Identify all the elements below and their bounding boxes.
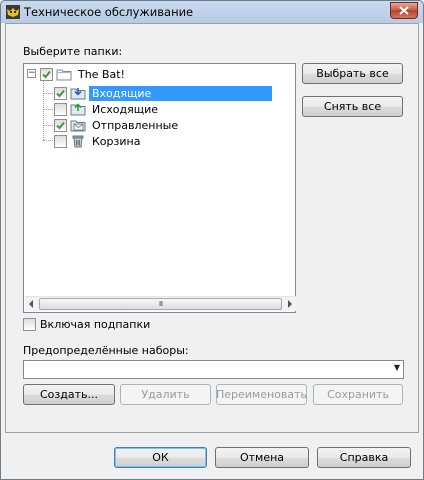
inbox-folder-icon: [70, 88, 86, 100]
close-icon: [399, 6, 409, 15]
folders-label: Выберите папки:: [23, 45, 123, 58]
scroll-thumb[interactable]: III: [39, 298, 282, 310]
checkmark-icon: [56, 89, 65, 97]
tree-item-label: Отправленные: [92, 118, 179, 132]
folder-tree[interactable]: − The Bat! Входящие Исходящие Отправленн…: [23, 63, 296, 313]
tree-checkbox-the-bat[interactable]: [40, 67, 53, 81]
tree-item-inbox[interactable]: Входящие: [54, 85, 272, 101]
tree-item-the-bat[interactable]: − The Bat!: [27, 66, 128, 82]
dialog-window: Техническое обслуживание Выберите папки:…: [0, 0, 424, 480]
sent-folder-icon: [70, 120, 86, 132]
outbox-folder-icon: [70, 103, 86, 116]
tree-item-label: Исходящие: [92, 102, 159, 116]
chevron-down-icon[interactable]: ▼: [394, 363, 400, 372]
the-bat-app-icon: [6, 5, 20, 19]
close-button[interactable]: [390, 2, 418, 19]
cancel-button[interactable]: Отмена: [215, 447, 309, 468]
collapse-icon[interactable]: −: [27, 69, 36, 78]
select-all-button[interactable]: Выбрать все: [302, 63, 403, 84]
help-button[interactable]: Справка: [317, 447, 411, 468]
trash-icon: [72, 135, 84, 148]
tree-horizontal-scrollbar[interactable]: III: [25, 296, 296, 311]
tree-checkbox-trash[interactable]: [54, 134, 67, 148]
title-bar[interactable]: Техническое обслуживание: [1, 1, 423, 23]
rename-preset-button[interactable]: Переименовать: [216, 384, 307, 405]
tree-item-label: Корзина: [92, 134, 141, 148]
tree-item-label: The Bat!: [78, 67, 125, 81]
deselect-all-button[interactable]: Снять все: [302, 96, 403, 117]
checkmark-icon: [42, 70, 51, 78]
window-title: Техническое обслуживание: [24, 5, 194, 19]
save-preset-button[interactable]: Сохранить: [313, 384, 403, 405]
include-subfolders-checkbox[interactable]: [23, 318, 36, 331]
include-subfolders-label: Включая подпапки: [40, 318, 151, 331]
presets-dropdown[interactable]: ▼: [23, 360, 404, 379]
checkmark-icon: [56, 121, 65, 129]
create-preset-button[interactable]: Создать...: [23, 384, 115, 405]
include-subfolders-option[interactable]: Включая подпапки: [23, 318, 150, 331]
dialog-button-bar: ОК Отмена Справка: [1, 434, 423, 479]
tree-checkbox-inbox[interactable]: [54, 86, 67, 100]
tree-item-outbox[interactable]: Исходящие: [54, 101, 161, 117]
account-folder-icon: [56, 69, 72, 81]
ok-button[interactable]: ОК: [114, 447, 207, 468]
scroll-grip-icon: III: [158, 300, 163, 308]
scroll-left-icon[interactable]: [28, 300, 34, 308]
tree-item-label: Входящие: [89, 85, 272, 101]
delete-preset-button[interactable]: Удалить: [120, 384, 211, 405]
presets-label: Предопределённые наборы:: [23, 344, 189, 357]
tree-item-trash[interactable]: Корзина: [54, 133, 143, 149]
tree-item-sent[interactable]: Отправленные: [54, 117, 181, 133]
tree-checkbox-outbox[interactable]: [54, 102, 67, 116]
scroll-right-icon[interactable]: [287, 300, 293, 308]
tree-checkbox-sent[interactable]: [54, 118, 67, 132]
